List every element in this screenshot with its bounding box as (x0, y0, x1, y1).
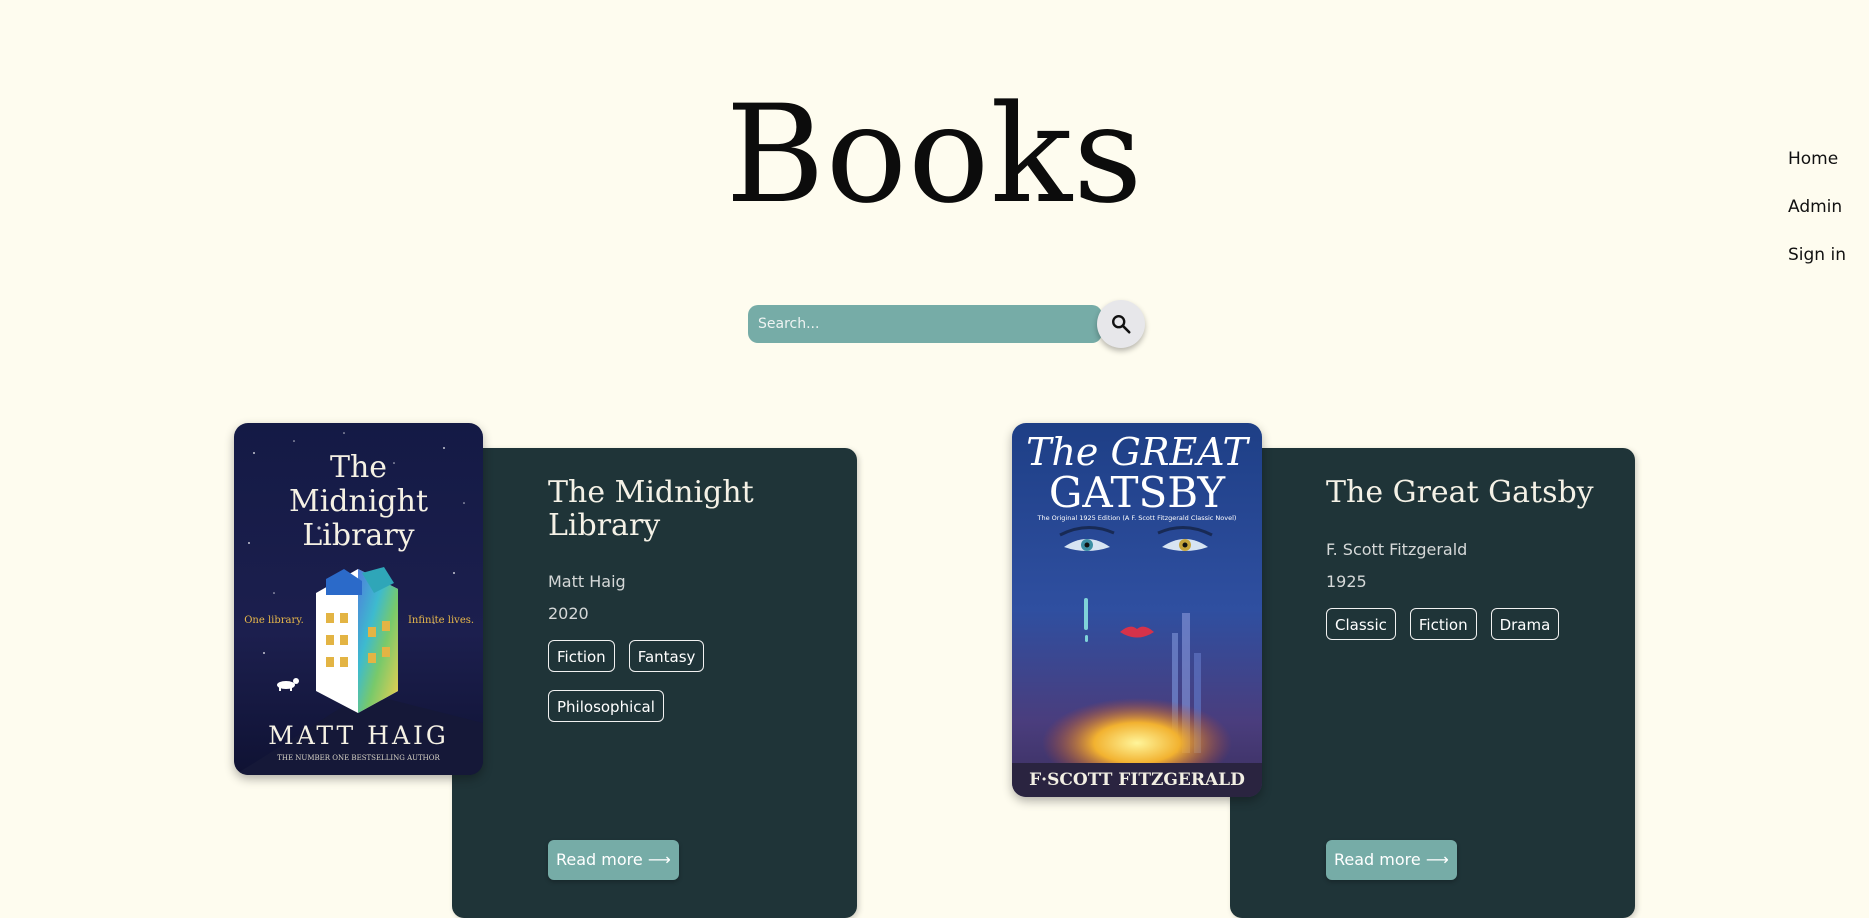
tag-list: Fiction Fantasy Philosophical (548, 640, 848, 740)
cover-tagline-right: Infinite lives. (408, 615, 474, 626)
tag-badge[interactable]: Classic (1326, 608, 1396, 640)
search-bar (748, 298, 1146, 348)
tag-badge[interactable]: Drama (1490, 608, 1560, 640)
search-icon (1112, 315, 1131, 334)
great-gatsby-cover-art: The GREAT GATSBY The Original 1925 Editi… (1012, 423, 1262, 797)
search-button[interactable] (1097, 300, 1145, 348)
book-author: Matt Haig (548, 572, 626, 591)
cover-byline: THE NUMBER ONE BESTSELLING AUTHOR (277, 754, 440, 762)
nav-menu: Home Admin Sign in (1788, 143, 1846, 287)
book-year: 2020 (548, 604, 589, 623)
book-cover-image[interactable]: The Midnight Library One library. Infini… (234, 423, 483, 775)
cover-title-line: Library (302, 518, 414, 553)
read-more-button[interactable]: Read more ⟶ (1326, 840, 1457, 880)
book-author: F. Scott Fitzgerald (1326, 540, 1468, 559)
tag-badge[interactable]: Fiction (1409, 608, 1477, 640)
nav-home-link[interactable]: Home (1788, 143, 1846, 191)
read-more-button[interactable]: Read more ⟶ (548, 840, 679, 880)
tag-badge[interactable]: Fantasy (628, 640, 705, 672)
nav-signin-link[interactable]: Sign in (1788, 239, 1846, 287)
nav-admin-link[interactable]: Admin (1788, 191, 1846, 239)
book-card: The Great Gatsby F. Scott Fitzgerald 192… (1230, 448, 1635, 918)
book-title: The Midnight Library (548, 475, 754, 543)
tag-list: Classic Fiction Drama (1326, 608, 1626, 658)
cover-author: MATT HAIG (268, 721, 449, 750)
cover-title-line: The (330, 450, 387, 485)
cover-title-line: GATSBY (1049, 468, 1226, 517)
cover-tagline-left: One library. (244, 615, 304, 626)
library-building-illustration (316, 567, 398, 713)
cover-author: F·SCOTT FITZGERALD (1029, 770, 1245, 790)
book-year: 1925 (1326, 572, 1367, 591)
search-input[interactable] (748, 305, 1102, 343)
tag-badge[interactable]: Fiction (548, 640, 615, 672)
book-cover-image[interactable]: The GREAT GATSBY The Original 1925 Editi… (1012, 423, 1262, 797)
cover-title-line: Midnight (289, 484, 428, 519)
book-title: The Great Gatsby (1326, 475, 1594, 510)
tag-badge[interactable]: Philosophical (548, 690, 664, 722)
midnight-library-cover-art: The Midnight Library One library. Infini… (234, 423, 483, 775)
page-title: Books (725, 76, 1144, 233)
book-card: The Midnight Library Matt Haig 2020 Fict… (452, 448, 857, 918)
cover-subtitle: The Original 1925 Edition (A F. Scott Fi… (1037, 514, 1237, 522)
